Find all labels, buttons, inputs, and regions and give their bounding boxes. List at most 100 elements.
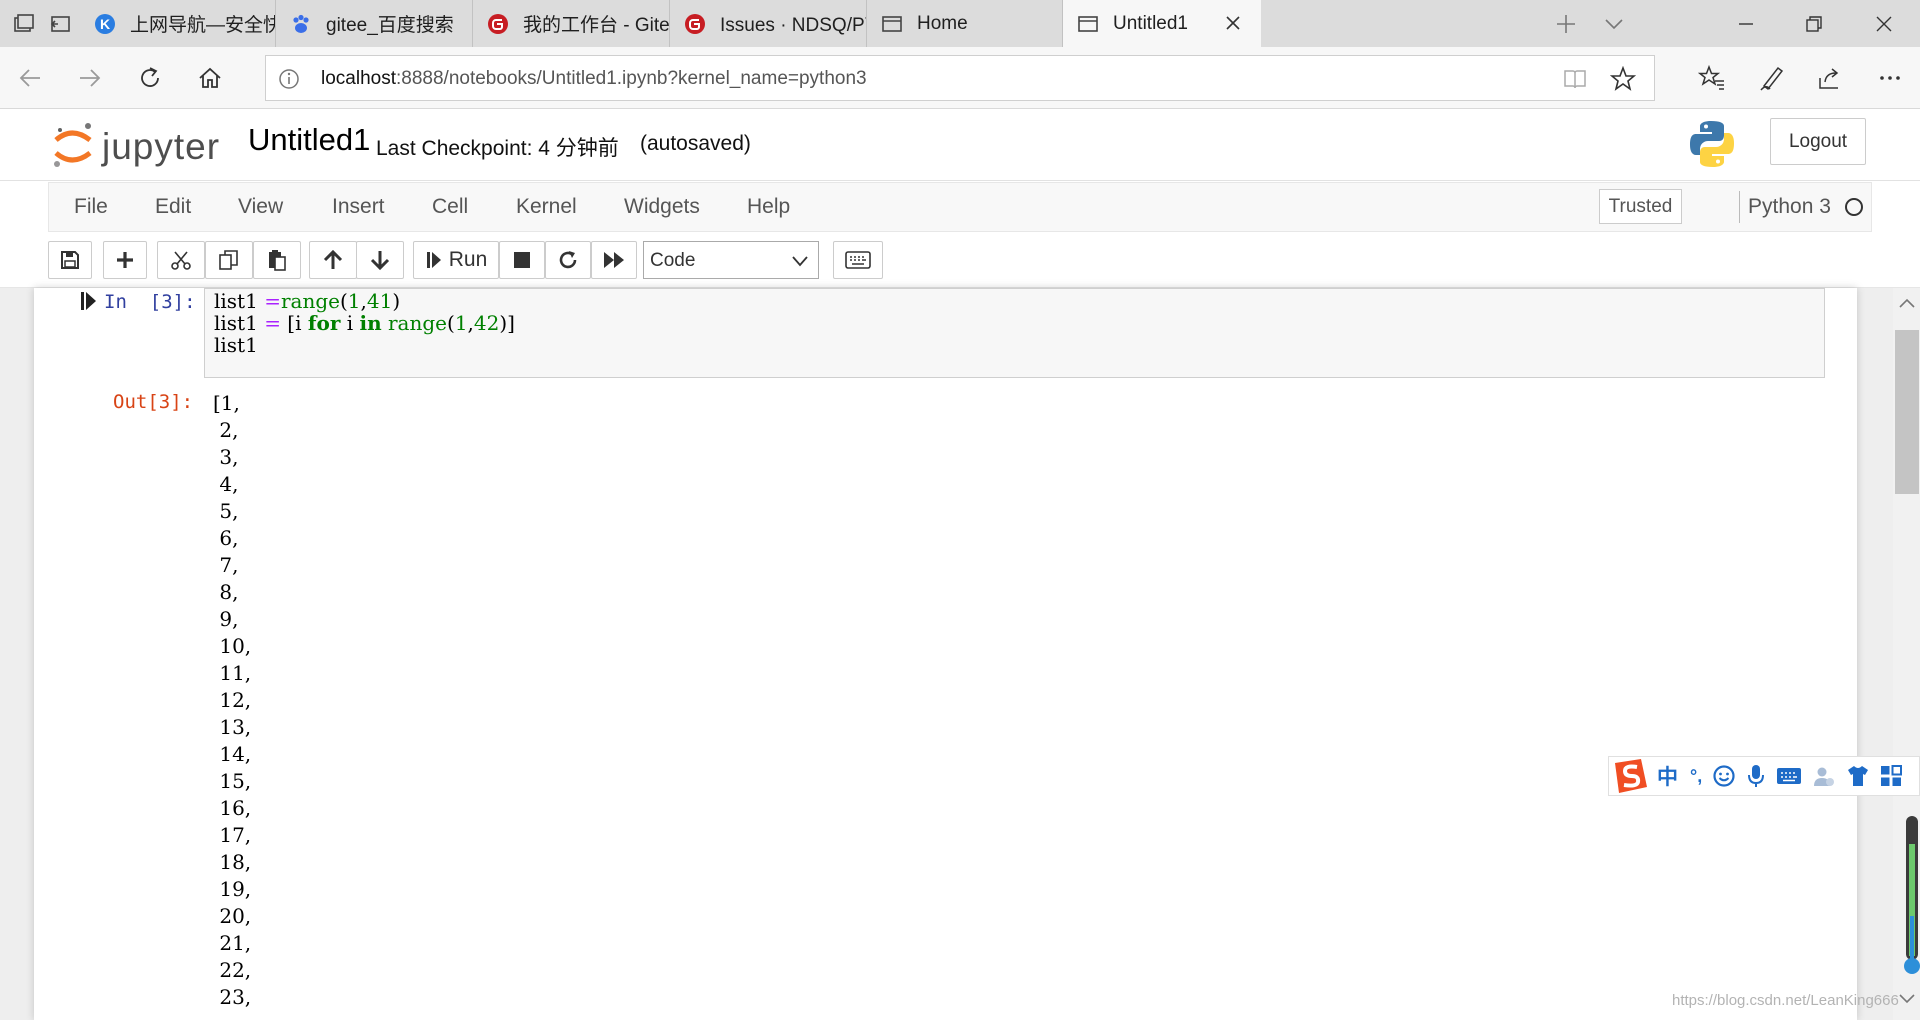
browser-tab-strip: K 上网导航—安全快捷 gitee_百度搜索 我的工作台 - Gitee.c I… — [0, 0, 1920, 47]
url-text: localhost:8888/notebooks/Untitled1.ipynb… — [321, 68, 867, 90]
share-icon[interactable] — [1814, 62, 1846, 94]
more-options-icon[interactable] — [1874, 62, 1906, 94]
minimize-icon[interactable] — [1712, 0, 1780, 47]
command-palette-button[interactable] — [833, 241, 883, 279]
output-line: 17, — [213, 823, 252, 847]
browser-tab-active[interactable]: Untitled1 — [1063, 0, 1261, 47]
output-line: 19, — [213, 877, 252, 901]
browser-tab[interactable]: 我的工作台 - Gitee.c — [473, 0, 670, 47]
menu-cell[interactable]: Cell — [432, 195, 468, 219]
save-button[interactable] — [48, 241, 92, 279]
refresh-icon[interactable] — [134, 62, 166, 94]
jupyter-logo[interactable]: jupyter — [52, 120, 232, 170]
baidu-paw-icon — [290, 13, 312, 35]
input-prompt: In [3]: — [104, 291, 196, 313]
scroll-down-chevron-icon[interactable] — [1898, 992, 1916, 1011]
interrupt-button[interactable] — [499, 241, 545, 279]
pen-notes-icon[interactable] — [1756, 62, 1788, 94]
notebook-name[interactable]: Untitled1 — [248, 122, 370, 158]
code-token: = — [264, 311, 281, 335]
restart-kernel-button[interactable] — [545, 241, 591, 279]
page-icon — [881, 13, 903, 35]
output-line: 10, — [213, 634, 252, 658]
reading-view-icon[interactable] — [1562, 67, 1588, 96]
scrollbar-thumb[interactable] — [1895, 330, 1919, 494]
menu-help[interactable]: Help — [747, 195, 790, 219]
address-bar: localhost:8888/notebooks/Untitled1.ipynb… — [0, 47, 1920, 109]
menu-edit[interactable]: Edit — [155, 195, 191, 219]
menu-view[interactable]: View — [238, 195, 283, 219]
logout-button[interactable]: Logout — [1770, 118, 1866, 165]
output-line: 18, — [213, 850, 252, 874]
code-line: list1 = [i for i in range(1,42)] — [214, 311, 515, 335]
url-input[interactable]: localhost:8888/notebooks/Untitled1.ipynb… — [265, 55, 1655, 101]
gitee-icon — [487, 13, 509, 35]
browser-tab[interactable]: K 上网导航—安全快捷 — [80, 0, 276, 47]
kernel-idle-indicator-icon — [1845, 198, 1863, 216]
menu-file[interactable]: File — [74, 195, 108, 219]
output-line: 13, — [213, 715, 252, 739]
close-window-icon[interactable] — [1850, 0, 1918, 47]
output-line: 9, — [213, 607, 239, 631]
microphone-icon[interactable] — [1746, 764, 1766, 788]
ime-punctuation[interactable]: °, — [1690, 766, 1702, 787]
forward-arrow-icon[interactable] — [74, 62, 106, 94]
output-line: [1, — [213, 391, 240, 415]
back-arrow-icon[interactable] — [14, 62, 46, 94]
sogou-logo-icon[interactable] — [1609, 756, 1653, 796]
copy-icon — [219, 250, 238, 270]
toolbox-grid-icon[interactable] — [1880, 765, 1903, 787]
tab-preview-chevron-down-icon[interactable] — [1600, 10, 1628, 38]
output-line: 11, — [213, 661, 252, 685]
url-path: :8888/notebooks/Untitled1.ipynb?kernel_n… — [396, 68, 867, 89]
cell-type-select[interactable]: Code — [643, 241, 819, 279]
restart-run-all-button[interactable] — [591, 241, 637, 279]
run-button[interactable]: Run — [413, 241, 499, 279]
tab-title: gitee_百度搜索 — [326, 15, 454, 36]
cell-run-marker-icon[interactable] — [80, 291, 98, 316]
output-line: 16, — [213, 796, 252, 820]
browser-tab[interactable]: gitee_百度搜索 — [276, 0, 473, 47]
trusted-badge[interactable]: Trusted — [1599, 189, 1682, 224]
browser-tab[interactable]: Home — [867, 0, 1063, 47]
clipboard-icon — [269, 250, 286, 271]
move-up-button[interactable] — [309, 241, 357, 279]
kernel-divider — [1739, 191, 1740, 223]
scissors-icon — [171, 251, 191, 270]
insert-cell-button[interactable] — [103, 241, 147, 279]
set-aside-tabs-icon[interactable] — [46, 10, 74, 38]
move-down-button[interactable] — [356, 241, 404, 279]
emoji-smiley-icon[interactable] — [1712, 764, 1736, 788]
soft-keyboard-icon[interactable] — [1776, 766, 1802, 786]
ime-toolbar[interactable]: 中 °, — [1608, 756, 1920, 796]
copy-button[interactable] — [205, 241, 253, 279]
new-tab-icon[interactable] — [1552, 10, 1580, 38]
favorite-star-icon[interactable] — [1609, 65, 1637, 97]
menu-kernel[interactable]: Kernel — [516, 195, 577, 219]
close-tab-icon[interactable] — [1223, 13, 1243, 33]
last-checkpoint: Last Checkpoint: 4 分钟前 — [376, 137, 619, 160]
restore-icon[interactable] — [1780, 0, 1848, 47]
code-token: 1 — [454, 311, 468, 335]
cell-type-value: Code — [650, 250, 696, 271]
home-icon[interactable] — [194, 62, 226, 94]
paste-button[interactable] — [253, 241, 301, 279]
site-info-icon[interactable] — [278, 68, 300, 95]
code-token: list1 — [214, 311, 265, 335]
output-line: 14, — [213, 742, 252, 766]
skin-tshirt-icon[interactable] — [1846, 764, 1870, 788]
code-token: ( — [339, 289, 348, 313]
ime-mode-chinese[interactable]: 中 — [1657, 761, 1678, 791]
scroll-up-chevron-icon[interactable] — [1898, 296, 1916, 315]
notebook-toolbar: Run Code — [0, 233, 1920, 288]
menu-insert[interactable]: Insert — [332, 195, 385, 219]
browser-tab[interactable]: Issues · NDSQ/PY作业 — [670, 0, 867, 47]
tab-manager-icon[interactable] — [10, 10, 38, 38]
user-account-icon[interactable] — [1812, 764, 1836, 788]
code-cell-input[interactable]: list1 =range(1,41) list1 = [i for i in r… — [204, 288, 1825, 378]
favorites-hub-icon[interactable] — [1696, 62, 1728, 94]
cut-button[interactable] — [157, 241, 205, 279]
page-icon — [1077, 13, 1099, 35]
menu-widgets[interactable]: Widgets — [624, 195, 700, 219]
output-line: 4, — [213, 472, 239, 496]
